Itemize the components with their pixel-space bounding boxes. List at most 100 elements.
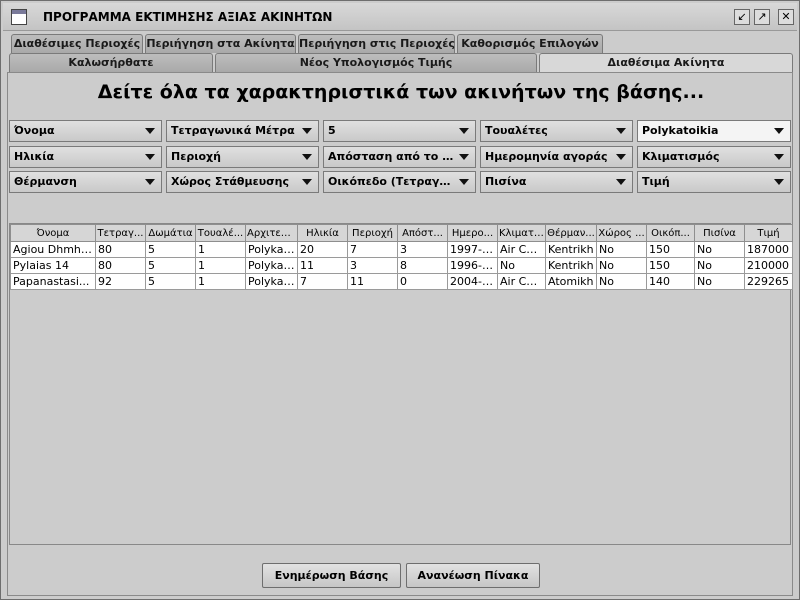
- table-cell[interactable]: 3: [397, 241, 448, 258]
- close-icon[interactable]: ✕: [778, 9, 794, 25]
- column-header[interactable]: Οικόπ...: [646, 224, 695, 242]
- table-cell[interactable]: 1: [195, 257, 246, 274]
- table-cell[interactable]: 20: [297, 241, 348, 258]
- column-header[interactable]: Δωμάτια: [145, 224, 196, 242]
- table-row[interactable]: Papanastasi... 92 5 1 Polykat... 7 11 0 2004-0..…: [10, 273, 793, 290]
- table-cell[interactable]: 3: [347, 257, 398, 274]
- table-cell[interactable]: 229265: [744, 273, 793, 290]
- column-header[interactable]: Περιοχή: [347, 224, 398, 242]
- column-header[interactable]: Χώρος ...: [596, 224, 647, 242]
- table-cell[interactable]: 80: [95, 241, 146, 258]
- tab-available-properties[interactable]: Διαθέσιμα Ακίνητα: [539, 53, 793, 73]
- dropdown-arrow-icon: [459, 128, 469, 134]
- table-cell[interactable]: 5: [145, 257, 196, 274]
- combo-area[interactable]: Περιοχή: [166, 146, 319, 168]
- table-cell[interactable]: Papanastasi...: [10, 273, 96, 290]
- column-header[interactable]: Αρχιτεκ...: [245, 224, 298, 242]
- table-cell[interactable]: 210000: [744, 257, 793, 274]
- table-cell[interactable]: 1: [195, 241, 246, 258]
- combo-value: Οικόπεδο (Τετραγων...: [328, 175, 456, 188]
- table-cell[interactable]: No: [694, 241, 745, 258]
- table-cell[interactable]: 5: [145, 273, 196, 290]
- title-bar[interactable]: ΠΡΟΓΡΑΜΜΑ ΕΚΤΙΜΗΣΗΣ ΑΞΙΑΣ ΑΚΙΝΗΤΩΝ ↙ ↗ ✕: [3, 3, 797, 31]
- table-cell[interactable]: Atomikh: [545, 273, 597, 290]
- table-cell[interactable]: 8: [397, 257, 448, 274]
- tab-browse-areas[interactable]: Περιήγηση στις Περιοχές: [298, 34, 455, 53]
- table-cell[interactable]: Polykat...: [245, 273, 298, 290]
- table-cell[interactable]: No: [596, 241, 647, 258]
- combo-distance[interactable]: Απόσταση από το Κέ...: [323, 146, 476, 168]
- column-header[interactable]: Ημερο...: [447, 224, 498, 242]
- tab-new-price-calculation[interactable]: Νέος Υπολογισμός Τιμής: [215, 53, 537, 72]
- table-cell[interactable]: 150: [646, 241, 695, 258]
- table-cell[interactable]: 5: [145, 241, 196, 258]
- table-cell[interactable]: Agiou Dhmht...: [10, 241, 96, 258]
- table-cell[interactable]: 1996-0...: [447, 257, 498, 274]
- column-header[interactable]: Ηλικία: [297, 224, 348, 242]
- update-database-button[interactable]: Ενημέρωση Βάσης: [262, 563, 401, 588]
- combo-architecture[interactable]: Polykatoikia: [637, 120, 791, 142]
- table-cell[interactable]: 11: [297, 257, 348, 274]
- table-cell[interactable]: Kentrikh: [545, 257, 597, 274]
- table-cell[interactable]: Kentrikh: [545, 241, 597, 258]
- table-cell[interactable]: 0: [397, 273, 448, 290]
- refresh-table-button[interactable]: Ανανέωση Πίνακα: [406, 563, 540, 588]
- column-header[interactable]: Πισίνα: [694, 224, 745, 242]
- table-cell[interactable]: Air Co...: [497, 241, 546, 258]
- column-header[interactable]: Τιμή: [744, 224, 793, 242]
- combo-square-meters[interactable]: Τετραγωνικά Μέτρα: [166, 120, 319, 142]
- combo-plot[interactable]: Οικόπεδο (Τετραγων...: [323, 171, 476, 193]
- combo-value: Τουαλέτες: [485, 124, 548, 137]
- maximize-icon[interactable]: ↗: [754, 9, 770, 25]
- tab-available-areas[interactable]: Διαθέσιμες Περιοχές: [11, 34, 143, 53]
- dropdown-arrow-icon: [616, 179, 626, 185]
- combo-purchase-date[interactable]: Ημερομηνία αγοράς: [480, 146, 633, 168]
- combo-heating[interactable]: Θέρμανση: [9, 171, 162, 193]
- combo-parking[interactable]: Χώρος Στάθμευσης: [166, 171, 319, 193]
- combo-value: Ηλικία: [14, 150, 55, 163]
- combo-pool[interactable]: Πισίνα: [480, 171, 633, 193]
- table-row[interactable]: Agiou Dhmht... 80 5 1 Polykat... 20 7 3 1997-0..…: [10, 241, 793, 258]
- table-cell[interactable]: Air Co...: [497, 273, 546, 290]
- properties-table[interactable]: Όνομα Τετραγ... Δωμάτια Τουαλέ... Αρχιτεκ...…: [10, 224, 793, 290]
- table-cell[interactable]: 92: [95, 273, 146, 290]
- column-header[interactable]: Όνομα: [10, 224, 96, 242]
- tab-set-options[interactable]: Καθορισμός Επιλογών: [457, 34, 603, 53]
- combo-age[interactable]: Ηλικία: [9, 146, 162, 168]
- combo-rooms[interactable]: 5: [323, 120, 476, 142]
- table-cell[interactable]: Pylaias 14: [10, 257, 96, 274]
- table-cell[interactable]: 7: [347, 241, 398, 258]
- table-cell[interactable]: No: [596, 273, 647, 290]
- combo-price[interactable]: Τιμή: [637, 171, 791, 193]
- combo-toilets[interactable]: Τουαλέτες: [480, 120, 633, 142]
- column-header[interactable]: Κλιματι...: [497, 224, 546, 242]
- column-header[interactable]: Τετραγ...: [95, 224, 146, 242]
- table-cell[interactable]: No: [497, 257, 546, 274]
- table-cell[interactable]: Polykat...: [245, 241, 298, 258]
- table-cell[interactable]: 140: [646, 273, 695, 290]
- tab-welcome[interactable]: Καλωσήρθατε: [9, 53, 213, 72]
- table-cell[interactable]: 1997-0...: [447, 241, 498, 258]
- table-cell[interactable]: 2004-0...: [447, 273, 498, 290]
- table-cell[interactable]: 1: [195, 273, 246, 290]
- column-header[interactable]: Θέρμαν...: [545, 224, 597, 242]
- table-cell[interactable]: 150: [646, 257, 695, 274]
- combo-air-conditioning[interactable]: Κλιματισμός: [637, 146, 791, 168]
- tab-browse-properties[interactable]: Περιήγηση στα Ακίνητα: [145, 34, 296, 53]
- table-cell[interactable]: 11: [347, 273, 398, 290]
- table-cell[interactable]: No: [694, 257, 745, 274]
- table-row[interactable]: Pylaias 14 80 5 1 Polykat... 11 3 8 1996-0... No K…: [10, 257, 793, 274]
- properties-table-area[interactable]: Όνομα Τετραγ... Δωμάτια Τουαλέ... Αρχιτεκ...…: [9, 223, 793, 545]
- table-cell[interactable]: Polykat...: [245, 257, 298, 274]
- combo-name[interactable]: Όνομα: [9, 120, 162, 142]
- column-header[interactable]: Τουαλέ...: [195, 224, 246, 242]
- table-cell[interactable]: No: [694, 273, 745, 290]
- table-cell[interactable]: 187000: [744, 241, 793, 258]
- column-header[interactable]: Απόστ...: [397, 224, 448, 242]
- table-cell[interactable]: No: [596, 257, 647, 274]
- table-cell[interactable]: 80: [95, 257, 146, 274]
- minimize-icon[interactable]: ↙: [734, 9, 750, 25]
- dropdown-arrow-icon: [145, 179, 155, 185]
- dropdown-arrow-icon: [774, 154, 784, 160]
- table-cell[interactable]: 7: [297, 273, 348, 290]
